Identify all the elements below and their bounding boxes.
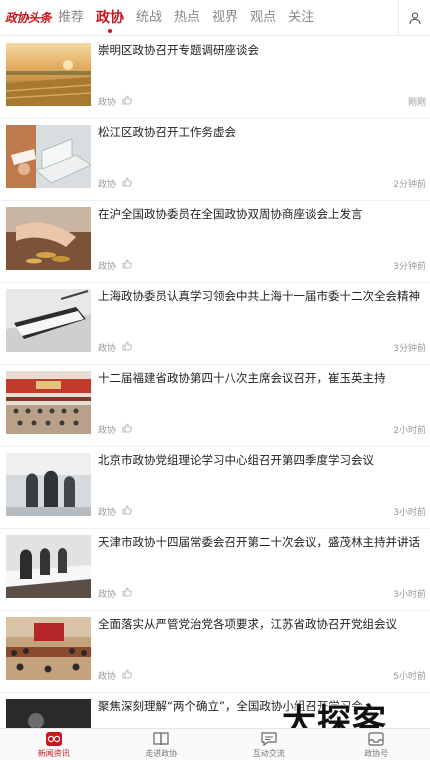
news-time: 5小时前 <box>393 672 426 682</box>
news-item[interactable]: 北京市政协党组理论学习中心组召开第四季度学习会议 政协 3小时前 <box>0 447 430 529</box>
news-time: 2小时前 <box>393 426 426 436</box>
news-time: 3小时前 <box>393 590 426 600</box>
news-thumbnail <box>6 535 91 598</box>
tab-hot[interactable]: 热点 <box>168 0 206 36</box>
tab-opinion[interactable]: 观点 <box>244 0 282 36</box>
news-thumbnail <box>6 289 91 352</box>
thumbs-up-icon[interactable] <box>122 587 132 600</box>
nav-about-cppcc[interactable]: 走进政协 <box>108 729 216 760</box>
news-meta: 政协 2小时前 <box>98 423 426 437</box>
nav-label: 政协号 <box>364 749 389 758</box>
news-list: 崇明区政协召开专题调研座谈会 政协 刚刚 松江区政协召开工作务虚会 政协 2分钟… <box>0 37 430 728</box>
news-title: 全面落实从严管党治党各项要求，江苏省政协召开党组会议 <box>98 617 397 631</box>
news-item[interactable]: 松江区政协召开工作务虚会 政协 2分钟前 <box>0 119 430 201</box>
tab-united-front[interactable]: 统战 <box>130 0 168 36</box>
news-thumbnail <box>6 371 91 434</box>
news-title: 上海政协委员认真学习领会中共上海十一届市委十二次全会精神 <box>98 289 420 303</box>
news-thumbnail <box>6 453 91 516</box>
news-source: 政协 <box>98 180 117 190</box>
thumbs-up-icon[interactable] <box>122 669 132 682</box>
news-thumbnail <box>6 43 91 106</box>
news-time: 3分钟前 <box>393 262 426 272</box>
news-item[interactable]: 上海政协委员认真学习领会中共上海十一届市委十二次全会精神 政协 3分钟前 <box>0 283 430 365</box>
news-title: 北京市政协党组理论学习中心组召开第四季度学习会议 <box>98 453 374 467</box>
glasses-icon <box>45 732 62 746</box>
news-title: 十二届福建省政协第四十八次主席会议召开，崔玉英主持 <box>98 371 386 385</box>
inbox-icon <box>368 732 384 746</box>
news-item[interactable]: 天津市政协十四届常委会召开第二十次会议，盛茂林主持并讲话 政协 3小时前 <box>0 529 430 611</box>
nav-label: 新闻资讯 <box>37 749 70 758</box>
news-meta: 政协 3分钟前 <box>98 259 426 273</box>
news-title: 天津市政协十四届常委会召开第二十次会议，盛茂林主持并讲话 <box>98 535 420 549</box>
news-source: 政协 <box>98 672 117 682</box>
nav-interaction[interactable]: 互动交流 <box>215 729 323 760</box>
nav-cppcc-account[interactable]: 政协号 <box>323 729 430 760</box>
news-meta: 政协 3分钟前 <box>98 341 426 355</box>
user-profile-button[interactable] <box>398 0 430 36</box>
news-meta: 政协 5小时前 <box>98 669 426 683</box>
news-source: 政协 <box>98 590 117 600</box>
tab-recommend[interactable]: 推荐 <box>52 0 90 36</box>
news-time: 刚刚 <box>407 98 426 108</box>
top-tab-bar: 政协头条 推荐 政协 统战 热点 视界 观点 关注 <box>0 0 430 36</box>
app-logo[interactable]: 政协头条 <box>0 0 52 36</box>
thumbs-up-icon[interactable] <box>122 505 132 518</box>
tab-cppcc[interactable]: 政协 <box>90 0 130 36</box>
news-item[interactable]: 全面落实从严管党治党各项要求，江苏省政协召开党组会议 政协 5小时前 <box>0 611 430 693</box>
tab-follow[interactable]: 关注 <box>282 0 320 36</box>
nav-label: 互动交流 <box>252 749 285 758</box>
chat-icon <box>261 732 277 747</box>
thumbs-up-icon[interactable] <box>122 95 132 108</box>
news-item[interactable]: 在沪全国政协委员在全国政协双周协商座谈会上发言 政协 3分钟前 <box>0 201 430 283</box>
news-time: 3分钟前 <box>393 344 426 354</box>
tab-vision[interactable]: 视界 <box>206 0 244 36</box>
channel-tabs: 推荐 政协 统战 热点 视界 观点 关注 <box>52 0 320 36</box>
news-source: 政协 <box>98 344 117 354</box>
thumbs-up-icon[interactable] <box>122 177 132 190</box>
news-thumbnail <box>6 617 91 680</box>
news-thumbnail <box>6 125 91 188</box>
news-source: 政协 <box>98 426 117 436</box>
news-time: 2分钟前 <box>393 180 426 190</box>
news-meta: 政协 刚刚 <box>98 95 426 109</box>
news-title: 松江区政协召开工作务虚会 <box>98 125 236 139</box>
news-thumbnail <box>6 699 91 728</box>
bottom-nav: 新闻资讯 走进政协 互动交流 政协号 <box>0 728 430 760</box>
book-icon <box>153 732 169 746</box>
news-title: 在沪全国政协委员在全国政协双周协商座谈会上发言 <box>98 207 363 221</box>
nav-label: 走进政协 <box>145 749 178 758</box>
news-meta: 政协 2分钟前 <box>98 177 426 191</box>
news-meta: 政协 3小时前 <box>98 505 426 519</box>
news-item[interactable]: 崇明区政协召开专题调研座谈会 政协 刚刚 <box>0 37 430 119</box>
news-meta: 政协 3小时前 <box>98 587 426 601</box>
user-icon <box>408 12 421 25</box>
news-item[interactable]: 十二届福建省政协第四十八次主席会议召开，崔玉英主持 政协 2小时前 <box>0 365 430 447</box>
news-source: 政协 <box>98 98 117 108</box>
news-source: 政协 <box>98 508 117 518</box>
news-time: 3小时前 <box>393 508 426 518</box>
thumbs-up-icon[interactable] <box>122 341 132 354</box>
thumbs-up-icon[interactable] <box>122 423 132 436</box>
news-thumbnail <box>6 207 91 270</box>
nav-news[interactable]: 新闻资讯 <box>0 729 108 760</box>
app-logo-text: 政协头条 <box>4 11 52 25</box>
news-source: 政协 <box>98 262 117 272</box>
news-title: 崇明区政协召开专题调研座谈会 <box>98 43 259 57</box>
thumbs-up-icon[interactable] <box>122 259 132 272</box>
